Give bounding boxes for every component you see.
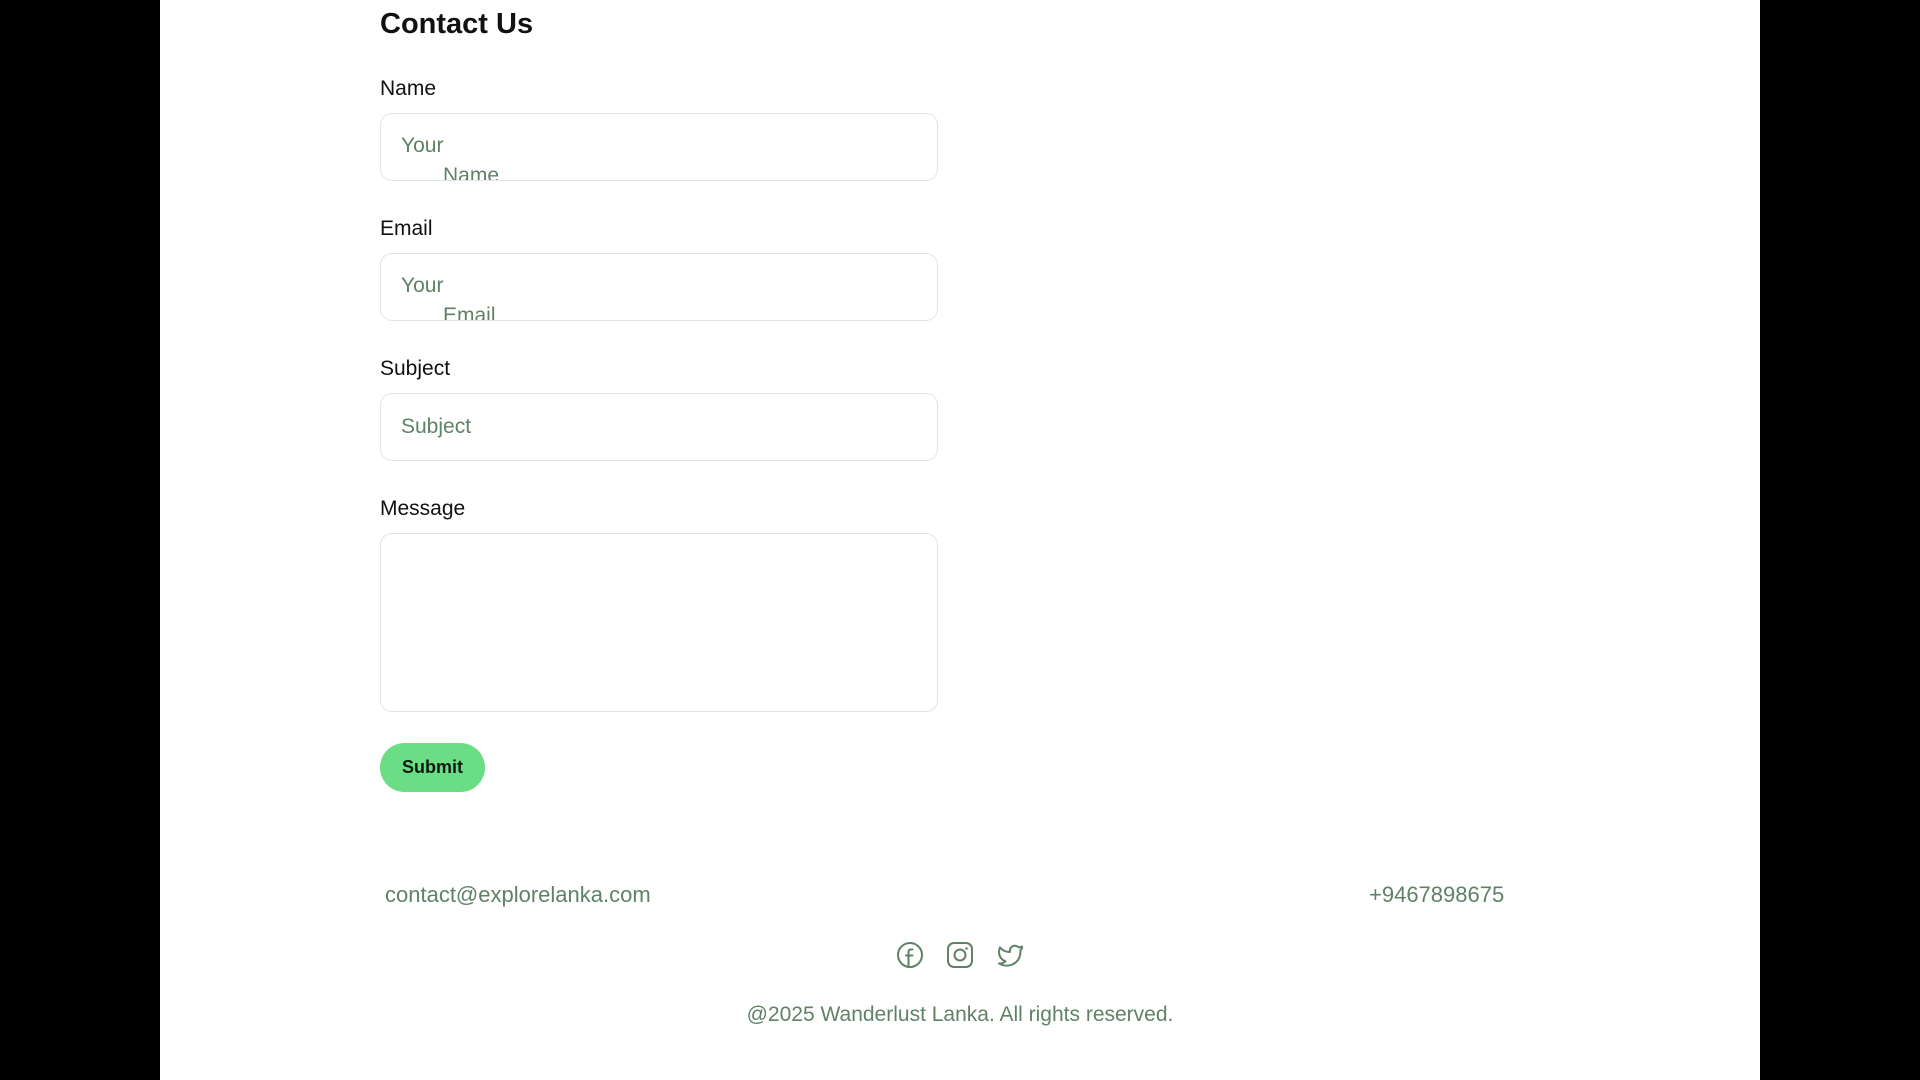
footer-phone[interactable]: +9467898675 <box>1369 882 1504 908</box>
name-placeholder-line1: Your <box>401 134 444 157</box>
subject-placeholder: Subject <box>401 415 472 438</box>
subject-input[interactable]: Subject <box>380 393 938 461</box>
email-placeholder-line2: Email <box>443 304 496 321</box>
email-placeholder-line1: Your <box>401 274 444 297</box>
message-textarea[interactable] <box>380 533 938 712</box>
email-input[interactable]: Your Email <box>380 253 938 321</box>
subject-label: Subject <box>380 357 451 380</box>
page: Contact Us Name Your Name Email Your Ema… <box>160 0 1760 1080</box>
message-label: Message <box>380 497 466 520</box>
footer-email[interactable]: contact@explorelanka.com <box>385 882 651 908</box>
name-input[interactable]: Your Name <box>380 113 938 181</box>
name-label: Name <box>380 77 437 100</box>
instagram-icon[interactable] <box>945 940 975 970</box>
twitter-icon[interactable] <box>995 940 1025 970</box>
page-title: Contact Us <box>380 8 534 40</box>
email-label: Email <box>380 217 433 240</box>
submit-button[interactable]: Submit <box>380 743 485 792</box>
facebook-icon[interactable] <box>895 940 925 970</box>
name-placeholder-line2: Name <box>443 164 500 181</box>
copyright-text: @2025 Wanderlust Lanka. All rights reser… <box>746 1003 1174 1026</box>
